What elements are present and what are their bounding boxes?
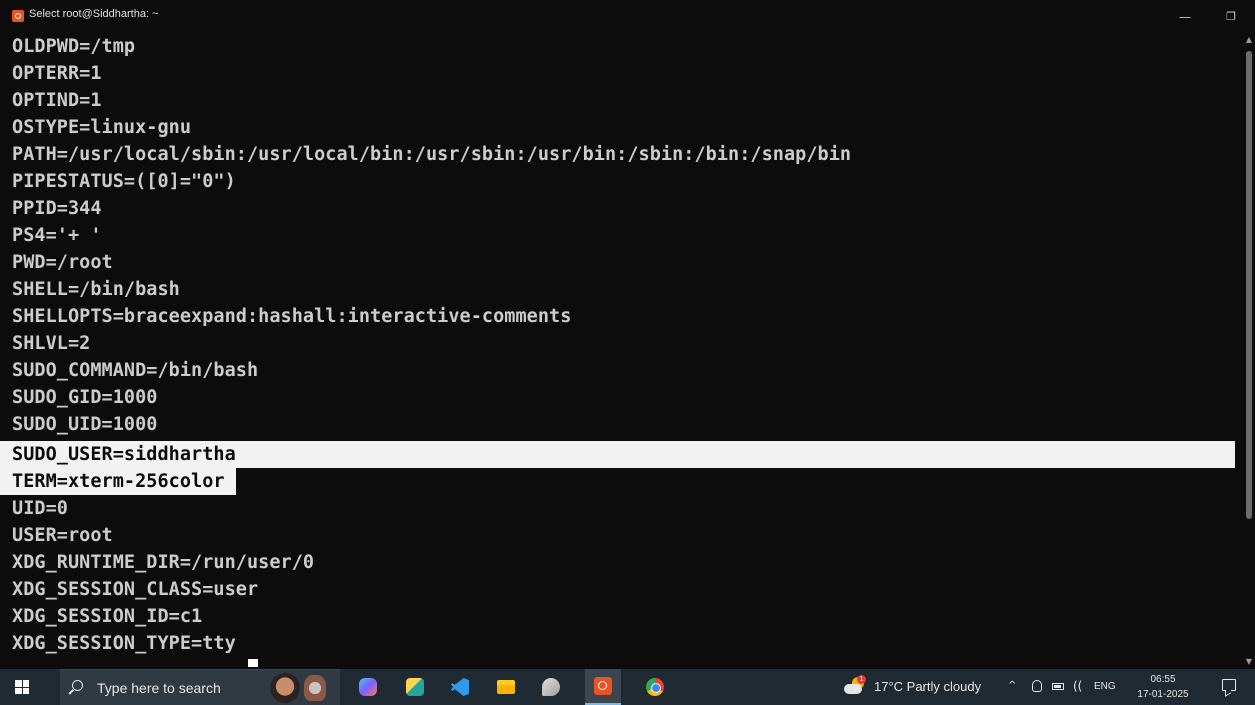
terminal-line: USER=root xyxy=(12,525,113,546)
paint-icon[interactable] xyxy=(539,675,563,699)
terminal-line: SHELL=/bin/bash xyxy=(12,279,180,300)
copilot-icon[interactable] xyxy=(356,675,380,699)
windows-taskbar: Type here to search 1 17°C Partly cloudy… xyxy=(0,669,1255,705)
terminal-line: OSTYPE=linux-gnu xyxy=(12,117,192,138)
language-indicator[interactable]: ENG xyxy=(1094,681,1116,692)
ubuntu-icon[interactable] xyxy=(585,669,621,705)
terminal-line: SUDO_UID=1000 xyxy=(12,414,158,435)
terminal-line: SUDO_GID=1000 xyxy=(12,387,158,408)
terminal-line: OLDPWD=/tmp xyxy=(12,36,136,57)
terminal-line: XDG_SESSION_CLASS=user xyxy=(12,579,259,600)
terminal-line: PPID=344 xyxy=(12,198,102,219)
taskbar-search-box[interactable]: Type here to search xyxy=(60,669,340,705)
weather-text[interactable]: 17°C Partly cloudy xyxy=(874,679,981,694)
terminal-window: Select root@Siddhartha: ~ — ❐ ✕ OLDPWD=/… xyxy=(0,0,1255,669)
terminal-line: SHLVL=2 xyxy=(12,333,91,354)
notifications-icon[interactable] xyxy=(1222,679,1236,691)
terminal-line: UID=0 xyxy=(12,498,68,519)
text-cursor xyxy=(248,659,258,667)
scroll-down-arrow-icon[interactable]: ▼ xyxy=(1243,655,1255,669)
show-hidden-icons-chevron-icon[interactable]: ^ xyxy=(1008,680,1016,691)
terminal-line: XDG_SESSION_ID=c1 xyxy=(12,606,203,627)
file-explorer-icon[interactable] xyxy=(494,675,518,699)
window-title: Select root@Siddhartha: ~ xyxy=(29,8,159,20)
wifi-icon[interactable]: (( xyxy=(1073,679,1082,693)
vertical-scrollbar[interactable]: ▲ ▼ xyxy=(1243,33,1255,669)
terminal-line-selected: TERM=xterm-256color xyxy=(0,468,236,495)
vscode-icon[interactable] xyxy=(448,675,472,699)
search-highlight-dog-icon xyxy=(304,675,326,701)
start-button[interactable] xyxy=(0,669,44,705)
clock[interactable]: 06:55 17-01-2025 xyxy=(1136,672,1190,702)
terminal-line: OPTERR=1 xyxy=(12,63,102,84)
clock-time: 06:55 xyxy=(1150,674,1176,685)
terminal-line: PIPESTATUS=([0]="0") xyxy=(12,171,236,192)
search-highlight-face-icon xyxy=(270,673,300,703)
title-bar[interactable]: Select root@Siddhartha: ~ — ❐ ✕ xyxy=(0,0,1255,33)
search-icon xyxy=(72,680,83,691)
minimize-button[interactable]: — xyxy=(1162,0,1208,33)
terminal-line: PWD=/root xyxy=(12,252,113,273)
clock-date: 17-01-2025 xyxy=(1137,689,1189,700)
microphone-icon[interactable] xyxy=(1032,680,1042,692)
scrollbar-thumb[interactable] xyxy=(1246,51,1252,519)
search-placeholder: Type here to search xyxy=(97,680,221,696)
terminal-line: SHELLOPTS=braceexpand:hashall:interactiv… xyxy=(12,306,572,327)
search-highlight-image[interactable] xyxy=(270,672,338,704)
windows-logo-icon xyxy=(15,680,29,694)
chrome-icon[interactable] xyxy=(643,675,667,699)
terminal-line-selected: SUDO_USER=siddhartha xyxy=(0,441,1235,468)
terminal-line: PATH=/usr/local/sbin:/usr/local/bin:/usr… xyxy=(12,144,852,165)
terminal-line: PS4='+ ' xyxy=(12,225,102,246)
weather-badge: 1 xyxy=(857,675,866,684)
battery-icon[interactable] xyxy=(1052,683,1064,690)
terminal-line: XDG_SESSION_TYPE=tty xyxy=(12,633,236,654)
ubuntu-app-icon xyxy=(12,10,24,22)
terminal-output[interactable]: OLDPWD=/tmp OPTERR=1 OPTIND=1 OSTYPE=lin… xyxy=(0,33,1242,669)
maximize-button[interactable]: ❐ xyxy=(1208,0,1254,33)
terminal-line: OPTIND=1 xyxy=(12,90,102,111)
terminal-line: SUDO_COMMAND=/bin/bash xyxy=(12,360,259,381)
sway-icon[interactable] xyxy=(403,675,427,699)
terminal-line: XDG_RUNTIME_DIR=/run/user/0 xyxy=(12,552,315,573)
weather-icon[interactable]: 1 xyxy=(844,675,866,697)
scroll-up-arrow-icon[interactable]: ▲ xyxy=(1243,33,1255,47)
